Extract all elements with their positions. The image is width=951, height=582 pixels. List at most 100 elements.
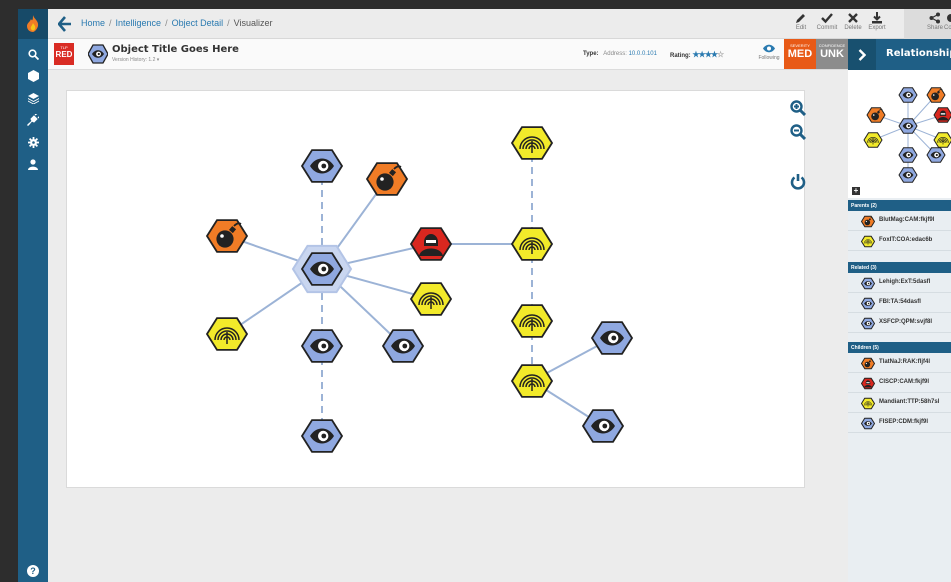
- object-header-bar: TLP RED Object Title Goes Here Version H…: [48, 39, 848, 70]
- back-arrow-icon[interactable]: [58, 16, 72, 32]
- eye-outline-icon: [763, 44, 775, 53]
- layers-icon[interactable]: [18, 87, 48, 109]
- list-item[interactable]: FBI:TA:54dasfl: [848, 293, 951, 313]
- fingerprint-icon: [860, 235, 876, 250]
- fingerprint-icon: [860, 397, 876, 412]
- list-item-label: FBI:TA:54dasfl: [879, 299, 921, 305]
- breadcrumb-home[interactable]: Home: [81, 18, 105, 28]
- gear-icon[interactable]: [18, 131, 48, 153]
- share-icon: [929, 12, 940, 24]
- panel-title: Relationships: [886, 48, 951, 59]
- list-item[interactable]: Lehigh:ExT:5dasfl: [848, 273, 951, 293]
- rating-stars[interactable]: ★★★★☆: [692, 50, 724, 59]
- mini-graph-node[interactable]: [863, 132, 883, 148]
- export-button[interactable]: Export: [864, 12, 890, 31]
- breadcrumb-object-detail[interactable]: Object Detail: [172, 18, 224, 28]
- collapse-panel-button[interactable]: [848, 39, 876, 70]
- app-logo[interactable]: [18, 9, 48, 39]
- graph-node[interactable]: [381, 329, 425, 363]
- follow-button[interactable]: Following: [754, 44, 784, 61]
- breadcrumb-separator: /: [227, 18, 230, 28]
- relationship-graph[interactable]: [67, 91, 806, 489]
- bomb-icon: [860, 215, 876, 230]
- expand-icon[interactable]: +: [852, 187, 860, 195]
- eye-icon: [860, 417, 876, 432]
- mini-graph-node[interactable]: [866, 107, 886, 123]
- list-item-label: FISEP:CDM:fkjf9l: [879, 419, 929, 425]
- list-item-label: BlutMag:CAM:fkjf9l: [879, 217, 935, 223]
- edit-label: Edit: [795, 25, 807, 31]
- graph-node[interactable]: [510, 227, 554, 261]
- plug-icon[interactable]: [18, 109, 48, 131]
- list-item-label: XSFCP:QPM:svjf8l: [879, 319, 933, 325]
- list-item[interactable]: CISCP:CAM:fkjf9l: [848, 373, 951, 393]
- mini-relationship-graph[interactable]: [848, 70, 951, 198]
- zoom-out-icon[interactable]: [790, 124, 806, 140]
- truncated-tool-label: Co: [944, 25, 951, 31]
- flame-logo-icon: [27, 15, 39, 32]
- severity-label: SEVERITY: [790, 43, 810, 48]
- zoom-in-icon[interactable]: [790, 100, 806, 116]
- list-item[interactable]: TlatNaJ:RAK:fljf4l: [848, 353, 951, 373]
- tlp-badge: TLP RED: [54, 43, 74, 65]
- graph-node[interactable]: [205, 317, 249, 351]
- graph-node[interactable]: [510, 304, 554, 338]
- commit-button[interactable]: Commit: [814, 12, 840, 31]
- mini-graph-node[interactable]: [898, 167, 918, 183]
- graph-node[interactable]: [409, 227, 453, 261]
- following-label: Following: [758, 55, 780, 61]
- hacker-icon: [860, 377, 876, 392]
- list-item[interactable]: XSFCP:QPM:svjf8l: [848, 313, 951, 333]
- graph-node[interactable]: [590, 321, 634, 355]
- graph-node[interactable]: [300, 149, 344, 183]
- pencil-icon: [796, 14, 805, 23]
- list-item[interactable]: BlutMag:CAM:fkjf9l: [848, 211, 951, 231]
- graph-node[interactable]: [510, 126, 554, 160]
- checkmark-icon: [821, 13, 833, 24]
- left-navigation: [18, 9, 48, 582]
- graph-node[interactable]: [409, 282, 453, 316]
- list-node: [860, 377, 876, 390]
- list-item-label: TlatNaJ:RAK:fljf4l: [879, 359, 931, 365]
- graph-node[interactable]: [300, 252, 344, 286]
- list-item[interactable]: FoxIT:COA:edac6b: [848, 231, 951, 251]
- delete-button[interactable]: Delete: [840, 12, 866, 31]
- mini-graph-node[interactable]: [898, 118, 918, 134]
- edit-button[interactable]: Edit: [788, 12, 814, 31]
- confidence-value: UNK: [820, 48, 844, 60]
- search-icon[interactable]: [18, 43, 48, 65]
- user-icon[interactable]: [18, 153, 48, 175]
- mini-graph-node[interactable]: [933, 132, 951, 148]
- tlp-label: TLP: [60, 45, 68, 50]
- mini-graph[interactable]: [848, 70, 951, 198]
- mini-graph-node[interactable]: [898, 147, 918, 163]
- chevron-right-icon: [858, 48, 866, 61]
- version-history-dropdown[interactable]: Version History: 1.2 ▾: [112, 57, 159, 63]
- list-item[interactable]: FISEP:CDM:fkjf9l: [848, 413, 951, 433]
- help-icon[interactable]: ?: [27, 565, 39, 577]
- graph-node[interactable]: [365, 162, 409, 196]
- mini-graph-node[interactable]: [933, 107, 951, 123]
- list-node: [860, 215, 876, 228]
- mini-graph-node[interactable]: [898, 87, 918, 103]
- list-item[interactable]: Mandiant:TTP:58h7sl: [848, 393, 951, 413]
- mini-graph-node[interactable]: [926, 147, 946, 163]
- breadcrumb-separator: /: [109, 18, 112, 28]
- breadcrumb-intelligence[interactable]: Intelligence: [116, 18, 162, 28]
- severity-value: MED: [787, 48, 813, 60]
- rating-label: Rating:: [670, 53, 691, 59]
- graph-node[interactable]: [300, 329, 344, 363]
- power-icon[interactable]: [790, 173, 806, 191]
- graph-node[interactable]: [510, 364, 554, 398]
- commit-label: Commit: [816, 25, 838, 31]
- mini-graph-node[interactable]: [926, 87, 946, 103]
- graph-node[interactable]: [581, 409, 625, 443]
- truncated-tool-button[interactable]: Co: [944, 12, 951, 31]
- list-item-label: FoxIT:COA:edac6b: [879, 237, 933, 243]
- list-node: [860, 397, 876, 410]
- graph-canvas[interactable]: [66, 90, 805, 488]
- hexagon-nav-icon[interactable]: [18, 65, 48, 87]
- graph-node[interactable]: [300, 419, 344, 453]
- type-value[interactable]: 10.0.0.101: [629, 51, 657, 57]
- graph-node[interactable]: [205, 219, 249, 253]
